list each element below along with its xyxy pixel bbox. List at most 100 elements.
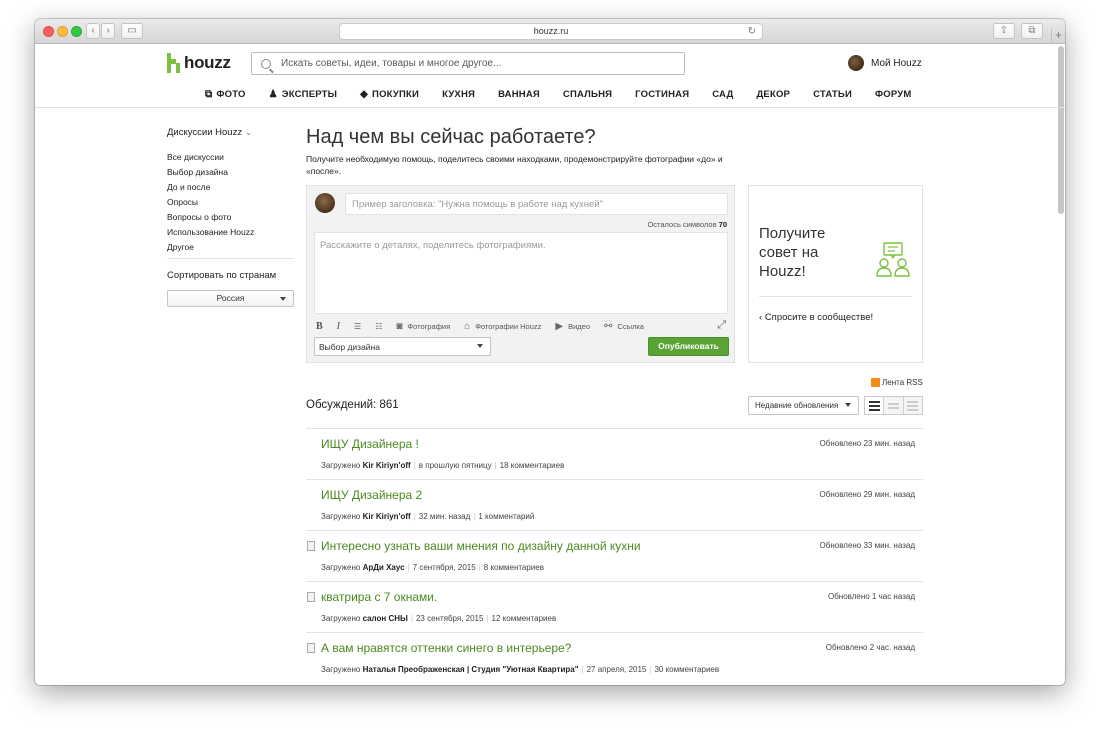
nav-item-forum[interactable]: ФОРУМ [875,89,912,100]
sidebar-item-photo-questions[interactable]: Вопросы о фото [167,210,254,225]
posted-date: 7 сентября, 2015 [412,563,476,572]
ask-community-link[interactable]: ‹ Спросите в сообществе! [759,312,873,323]
sidebar-item-design-choice[interactable]: Выбор дизайна [167,165,254,180]
maximize-window-button[interactable] [71,26,82,37]
houzz-photos-button[interactable]: ⌂ Фотографии Houzz [464,321,541,332]
back-icon[interactable]: ‹ [86,23,100,39]
comments-count[interactable]: 30 комментариев [654,665,719,674]
address-bar[interactable]: houzz.ru ↻ [339,23,763,40]
nav-item-photo[interactable]: ⧉ ФОТО [205,89,246,100]
my-houzz-link[interactable]: Мой Houzz [848,55,922,71]
sidebar-title-text: Дискуссии Houzz [167,127,243,138]
discussion-title[interactable]: Интересно узнать ваши мнения по дизайну … [321,539,641,553]
author-link[interactable]: Наталья Преображенская | Студия "Уютная … [363,665,579,674]
compose-form: Пример заголовка: "Нужна помощь в работе… [306,185,735,363]
country-select[interactable]: Россия [167,290,294,307]
discussion-title[interactable]: ИЩУ Дизайнера ! [321,437,419,451]
compact-view-button[interactable] [884,397,904,414]
browser-window: ‹ › ▭ houzz.ru ↻ ⇧ ⧉ + houzz Мой Houzz [35,19,1065,685]
nav-item-garden[interactable]: САД [712,89,733,100]
author-link[interactable]: салон СНЫ [363,614,408,623]
discussion-title[interactable]: кватрира с 7 окнами. [321,590,437,604]
nav-item-shopping[interactable]: ◆ ПОКУПКИ [360,89,419,100]
add-video-button[interactable]: ▶ Видео [555,321,590,332]
numbered-list-icon[interactable]: ☷ [375,322,382,331]
chars-left-counter: Осталось символов 70 [647,220,727,229]
meta-separator: | [494,461,497,470]
nav-item-living[interactable]: ГОСТИНАЯ [635,89,689,100]
sidebar-item-polls[interactable]: Опросы [167,195,254,210]
chars-left-label: Осталось символов [647,220,717,229]
bold-button[interactable]: B [316,321,323,332]
close-window-button[interactable] [43,26,54,37]
add-link-button[interactable]: ⚯ Ссылка [604,321,644,332]
posted-prefix: Загружено [321,512,361,521]
sidebar-item-using-houzz[interactable]: Использование Houzz [167,225,254,240]
sidebar-item-other[interactable]: Другое [167,240,254,255]
updated-time: Обновлено 33 мин. назад [819,541,915,550]
comments-count[interactable]: 12 комментариев [492,614,557,623]
grid-view-button[interactable] [903,397,922,414]
author-link[interactable]: АрДи Хаус [363,563,405,572]
my-houzz-label: Мой Houzz [871,57,922,69]
community-chat-icon [876,242,910,277]
discussion-title[interactable]: ИЩУ Дизайнера 2 [321,488,422,502]
list-item[interactable]: ИЩУ Дизайнера 2 Обновлено 29 мин. назад За… [306,479,923,530]
comments-count[interactable]: 8 комментариев [484,563,544,572]
author-link[interactable]: Kir Kiriyn'off [363,461,411,470]
italic-button[interactable]: I [337,321,340,332]
discussion-list: ИЩУ Дизайнера ! Обновлено 23 мин. назад За… [306,428,923,683]
sidebar-item-all[interactable]: Все дискуссии [167,150,254,165]
minimize-window-button[interactable] [57,26,68,37]
add-photo-button[interactable]: ◙ Фотография [396,321,450,332]
list-item[interactable]: кватрира с 7 окнами. Обновлено 1 час наза… [306,581,923,632]
details-textarea[interactable]: Расскажите о деталях, поделитесь фотогра… [314,232,728,314]
posted-date: в прошлую пятницу [418,461,492,470]
vertical-scrollbar[interactable] [1058,46,1064,214]
header-divider [35,107,1065,108]
nav-item-articles[interactable]: СТАТЬИ [813,89,852,100]
share-icon[interactable]: ⇧ [993,23,1015,39]
houzz-logo[interactable]: houzz [167,53,231,73]
sidebar-title[interactable]: Дискуссии Houzz ⌄ [167,127,252,138]
search-input[interactable] [281,58,661,69]
nav-label: ЭКСПЕРТЫ [281,89,338,100]
nav-item-decor[interactable]: ДЕКОР [756,89,790,100]
sidebar-item-before-after[interactable]: До и после [167,180,254,195]
tabs-overview-icon[interactable]: ⧉ [1021,23,1043,39]
editor-toolbar: B I ☰ ☷ ◙ Фотография ⌂ Фотографии Houzz ▶ В… [316,319,728,333]
list-item[interactable]: А вам нравятся оттенки синего в интерьер… [306,632,923,683]
sort-by-country-label: Сортировать по странам [167,270,277,281]
comments-count[interactable]: 18 комментариев [500,461,565,470]
category-select[interactable]: Выбор дизайна [314,337,491,356]
discussion-title[interactable]: А вам нравятся оттенки синего в интерьер… [321,641,571,655]
new-tab-icon[interactable]: + [1051,28,1065,44]
posted-prefix: Загружено [321,461,361,470]
posted-prefix: Загружено [321,614,361,623]
nav-item-bath[interactable]: ВАННАЯ [498,89,540,100]
rss-feed-link[interactable]: Лента RSS [871,378,923,387]
nav-item-experts[interactable]: ♟ ЭКСПЕРТЫ [269,89,338,100]
nav-item-kitchen[interactable]: КУХНЯ [442,89,475,100]
list-item[interactable]: ИЩУ Дизайнера ! Обновлено 23 мин. назад За… [306,428,923,479]
discussion-meta: Загружено салон СНЫ | 23 сентября, 2015 | 12… [321,614,556,623]
sort-select[interactable]: Недавние обновления [748,396,859,415]
bullet-list-icon[interactable]: ☰ [354,322,361,331]
expand-icon[interactable]: ⤢ [717,319,726,332]
publish-button[interactable]: Опубликовать [648,337,729,356]
discussion-meta: Загружено АрДи Хаус | 7 сентября, 2015 | 8 к… [321,563,544,572]
nav-item-bedroom[interactable]: СПАЛЬНЯ [563,89,612,100]
discussion-title-input[interactable]: Пример заголовка: "Нужна помощь в работе… [345,193,728,215]
forward-icon[interactable]: › [101,23,115,39]
list-view-button[interactable] [865,397,885,414]
sidebar-toggle-icon[interactable]: ▭ [121,23,143,39]
list-item[interactable]: Интересно узнать ваши мнения по дизайну … [306,530,923,581]
camera-icon: ◙ [396,320,403,332]
comments-count[interactable]: 1 комментарий [478,512,534,521]
search-icon [261,58,271,69]
author-link[interactable]: Kir Kiriyn'off [363,512,411,521]
sidebar-list: Все дискуссии Выбор дизайна До и после О… [167,150,254,255]
reload-icon[interactable]: ↻ [748,24,756,39]
search-box[interactable] [251,52,685,75]
play-icon: ▶ [555,320,564,332]
